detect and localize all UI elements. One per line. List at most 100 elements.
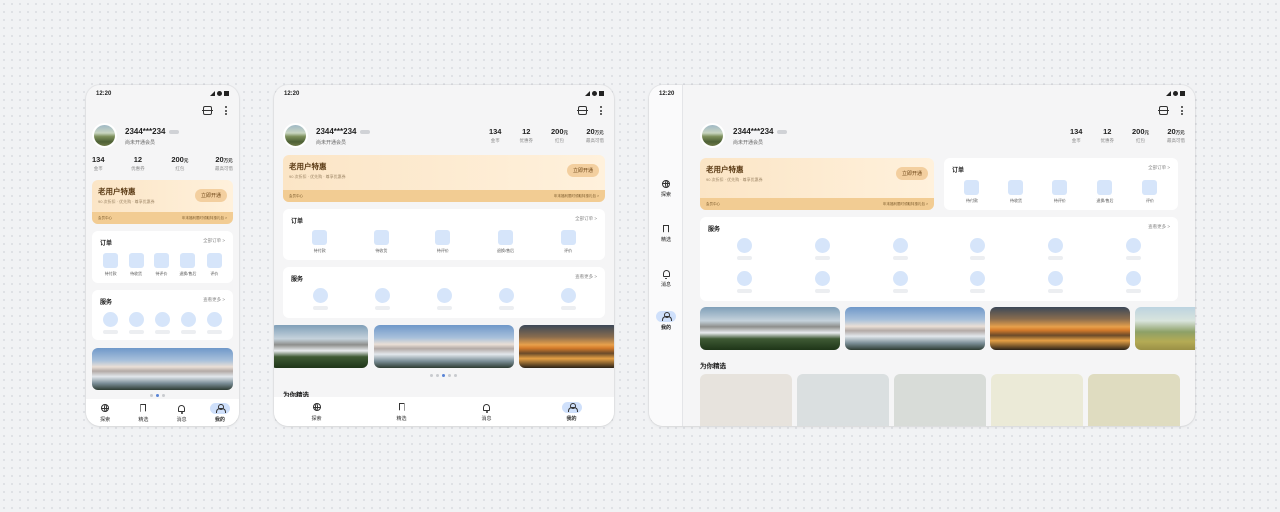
service-item[interactable]	[129, 312, 145, 334]
service-item[interactable]	[1125, 271, 1141, 293]
service-item[interactable]	[1125, 238, 1141, 260]
carousel-image[interactable]	[374, 325, 514, 368]
order-item[interactable]: 待付款	[103, 253, 119, 277]
nav-explore[interactable]: 探索	[307, 402, 327, 422]
stat-coins[interactable]: 134 金币	[92, 155, 105, 172]
service-item[interactable]	[814, 238, 830, 260]
service-item[interactable]	[103, 312, 119, 334]
nav-messages[interactable]: 消息	[172, 403, 192, 423]
order-item[interactable]: 评价	[560, 230, 576, 254]
open-membership-button[interactable]: 立即开通	[566, 164, 599, 177]
service-item[interactable]	[892, 271, 908, 293]
nav-mine[interactable]: 我的	[561, 401, 582, 422]
more-icon[interactable]	[599, 106, 602, 115]
order-item[interactable]: 评价	[206, 253, 222, 277]
stat-coins[interactable]: 134 金币	[489, 127, 502, 144]
stat-credit[interactable]: 20万元 最高可借	[1167, 127, 1185, 144]
order-item[interactable]: 待评价	[435, 230, 451, 254]
service-item[interactable]	[374, 288, 390, 310]
carousel-image[interactable]	[274, 325, 368, 368]
stat-coupons[interactable]: 12 优惠券	[1100, 127, 1114, 144]
service-item[interactable]	[180, 312, 196, 334]
pick-card[interactable]	[991, 374, 1083, 426]
more-icon[interactable]	[1180, 106, 1183, 115]
promo-banner[interactable]: 老用户特惠 90 次折扣 · 优先购 · 尊享优惠券 立即开通 会员中心 年末福利…	[92, 180, 233, 224]
order-item[interactable]: 退换/售后	[179, 253, 196, 277]
nav-explore[interactable]: 探索	[649, 178, 683, 198]
stat-coins[interactable]: 134 金币	[1070, 127, 1083, 144]
carousel-image[interactable]	[92, 348, 233, 390]
order-item[interactable]: 退换/售后	[497, 230, 514, 254]
avatar[interactable]	[283, 123, 308, 148]
services-more-link[interactable]: 查看更多 >	[575, 274, 597, 280]
carousel-image[interactable]	[519, 325, 614, 368]
scan-icon[interactable]	[577, 106, 588, 115]
order-item[interactable]: 待付款	[312, 230, 328, 254]
stat-credit[interactable]: 20万元 最高可借	[586, 127, 604, 144]
service-item[interactable]	[892, 238, 908, 260]
avatar[interactable]	[92, 123, 117, 148]
carousel-image[interactable]	[845, 307, 985, 350]
service-item[interactable]	[560, 288, 576, 310]
bottom-nav: 探索 精选 消息 我的	[274, 397, 614, 426]
all-orders-link[interactable]: 全部订单 >	[575, 216, 597, 222]
order-item[interactable]: 评价	[1142, 180, 1158, 204]
services-more-link[interactable]: 查看更多 >	[1148, 224, 1170, 230]
nav-explore[interactable]: 探索	[95, 403, 115, 423]
open-membership-button[interactable]: 立即开通	[895, 167, 928, 180]
services-row	[289, 288, 599, 310]
promo-footer[interactable]: 会员中心 年末福利限时领取特惠礼包 >	[283, 190, 605, 202]
promo-banner[interactable]: 老用户特惠 90 次折扣 · 优先购 · 尊享优惠券 立即开通 会员中心 年末福利…	[700, 158, 934, 210]
stat-redpacket[interactable]: 200元 红包	[171, 155, 188, 172]
pick-card[interactable]	[894, 374, 986, 426]
carousel-image[interactable]	[1135, 307, 1195, 350]
order-item[interactable]: 待评价	[1052, 180, 1068, 204]
pick-card[interactable]	[700, 374, 792, 426]
nav-messages[interactable]: 消息	[477, 402, 497, 422]
pick-card[interactable]	[797, 374, 889, 426]
stat-coupons[interactable]: 12 优惠券	[519, 127, 533, 144]
order-item[interactable]: 待评价	[153, 253, 169, 277]
nav-featured[interactable]: 精选	[649, 223, 683, 243]
promo-banner[interactable]: 老用户特惠 90 次折扣 · 优先购 · 尊享优惠券 立即开通 会员中心 年末福利…	[283, 155, 605, 202]
order-item[interactable]: 待收货	[373, 230, 389, 254]
nav-featured[interactable]: 精选	[392, 402, 412, 422]
service-item[interactable]	[970, 238, 986, 260]
nav-featured[interactable]: 精选	[133, 403, 153, 423]
service-item[interactable]	[154, 312, 170, 334]
pick-card[interactable]	[1088, 374, 1180, 426]
service-item[interactable]	[436, 288, 452, 310]
carousel-image[interactable]	[990, 307, 1130, 350]
service-item[interactable]	[498, 288, 514, 310]
order-item[interactable]: 退换/售后	[1096, 180, 1114, 204]
services-more-link[interactable]: 查看更多 >	[203, 297, 225, 303]
stat-redpacket[interactable]: 200元 红包	[1132, 127, 1149, 144]
all-orders-link[interactable]: 全部订单 >	[203, 238, 225, 244]
open-membership-button[interactable]: 立即开通	[194, 189, 227, 202]
nav-messages[interactable]: 消息	[649, 268, 683, 288]
service-item[interactable]	[1047, 238, 1063, 260]
service-item[interactable]	[737, 238, 753, 260]
service-item[interactable]	[206, 312, 222, 334]
order-item[interactable]: 待付款	[964, 180, 980, 204]
service-item[interactable]	[312, 288, 328, 310]
stat-coupons[interactable]: 12 优惠券	[131, 155, 145, 172]
service-item[interactable]	[1047, 271, 1063, 293]
promo-footer[interactable]: 会员中心 年末福利限时领取特惠礼包 >	[700, 198, 934, 210]
order-item[interactable]: 待收货	[1008, 180, 1024, 204]
order-item[interactable]: 待收货	[128, 253, 144, 277]
scan-icon[interactable]	[202, 106, 213, 115]
scan-icon[interactable]	[1158, 106, 1169, 115]
nav-mine[interactable]: 我的	[209, 402, 230, 423]
service-item[interactable]	[814, 271, 830, 293]
stat-credit[interactable]: 20万元 最高可借	[215, 155, 233, 172]
service-item[interactable]	[970, 271, 986, 293]
avatar[interactable]	[700, 123, 725, 148]
carousel-image[interactable]	[700, 307, 840, 350]
stat-redpacket[interactable]: 200元 红包	[551, 127, 568, 144]
nav-mine[interactable]: 我的	[649, 311, 683, 331]
promo-footer[interactable]: 会员中心 年末福利限时领取特惠礼包 >	[92, 212, 233, 224]
more-icon[interactable]	[224, 106, 227, 115]
all-orders-link[interactable]: 全部订单 >	[1148, 165, 1170, 171]
service-item[interactable]	[737, 271, 753, 293]
